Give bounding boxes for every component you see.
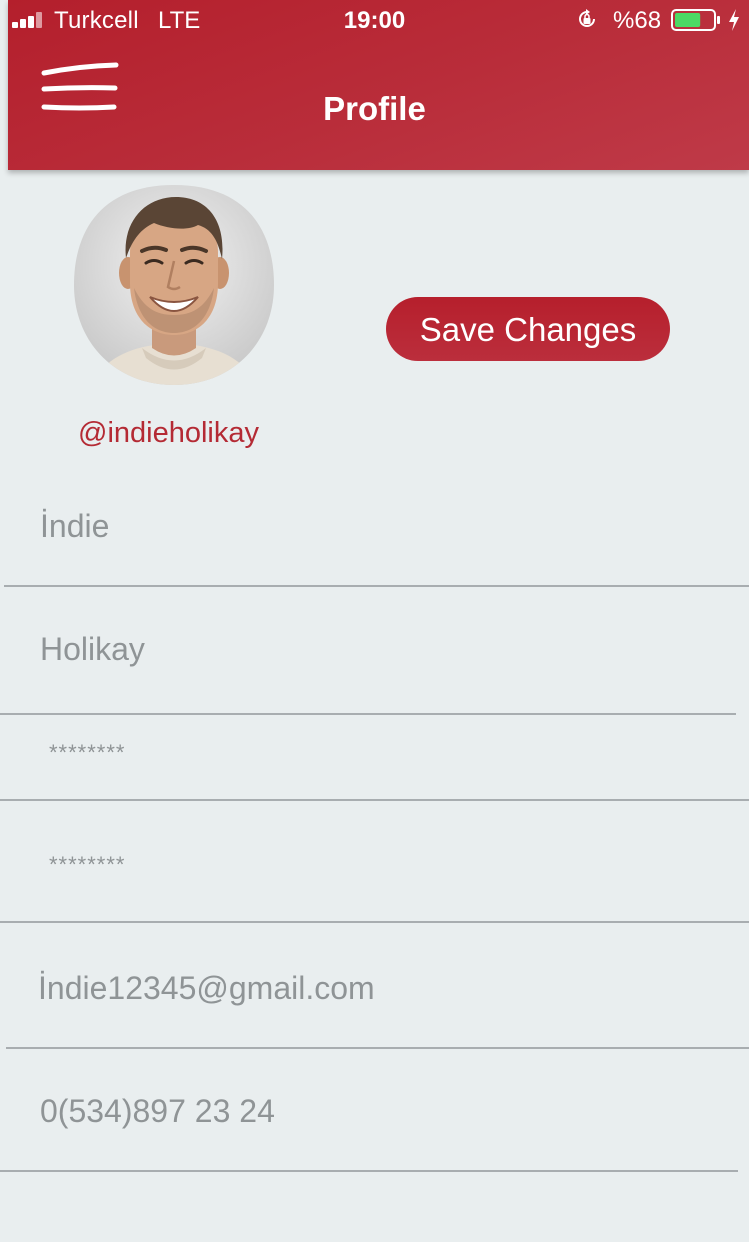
save-changes-button[interactable]: Save Changes	[386, 297, 670, 361]
profile-username: @indieholikay	[78, 417, 259, 449]
profile-avatar[interactable]	[72, 183, 276, 387]
first-name-field[interactable]: İndie	[40, 508, 109, 545]
password-field[interactable]: ********	[49, 740, 126, 766]
divider	[0, 799, 749, 801]
divider	[0, 713, 736, 715]
avatar-photo	[74, 185, 274, 385]
profile-screen: Turkcell LTE 19:00 %68 Profile Save Chan…	[0, 0, 749, 1242]
divider	[6, 1047, 749, 1049]
battery-percentage: %68	[613, 7, 662, 34]
password-confirm-field[interactable]: ********	[49, 852, 126, 878]
battery-icon	[671, 9, 720, 31]
charging-bolt-icon	[729, 9, 739, 31]
divider	[0, 921, 749, 923]
divider	[0, 1170, 738, 1172]
phone-field[interactable]: 0(534)897 23 24	[40, 1093, 275, 1130]
email-field[interactable]: İndie12345@gmail.com	[38, 970, 375, 1007]
last-name-field[interactable]: Holikay	[40, 631, 145, 668]
rotation-lock-icon	[579, 9, 595, 27]
page-title: Profile	[323, 90, 426, 127]
status-bar: Turkcell LTE 19:00 %68	[0, 0, 749, 40]
divider	[4, 585, 749, 587]
